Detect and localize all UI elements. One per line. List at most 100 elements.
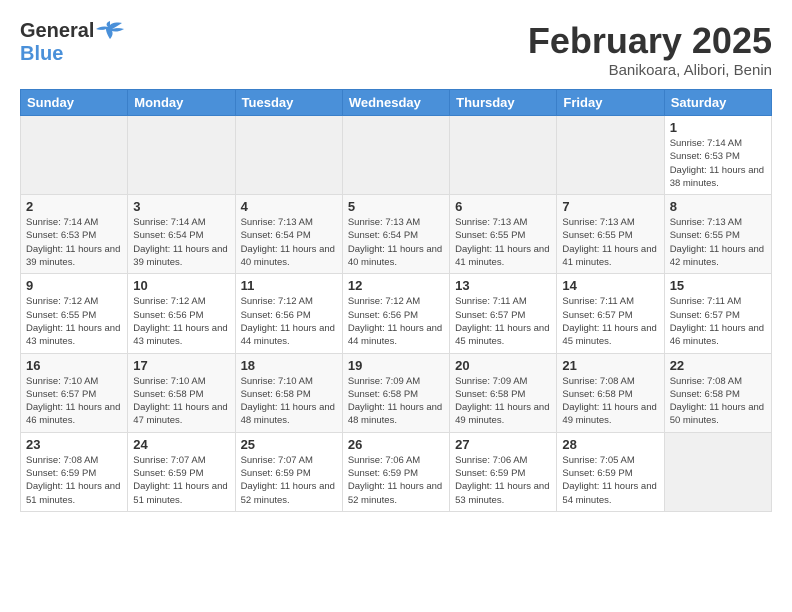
calendar-cell: 20 Sunrise: 7:09 AM Sunset: 6:58 PM Dayli…	[450, 353, 557, 432]
logo: General Blue	[20, 20, 124, 65]
weekday-header-tuesday: Tuesday	[235, 90, 342, 116]
day-number: 27	[455, 437, 551, 452]
calendar-cell: 4Sunrise: 7:13 AM Sunset: 6:54 PM Daylig…	[235, 195, 342, 274]
calendar-cell	[450, 116, 557, 195]
day-number: 18	[241, 358, 337, 373]
calendar-week-5: 23Sunrise: 7:08 AM Sunset: 6:59 PM Dayli…	[21, 432, 772, 511]
calendar-cell: 6 Sunrise: 7:13 AM Sunset: 6:55 PM Daylig…	[450, 195, 557, 274]
calendar-cell: 8 Sunrise: 7:13 AM Sunset: 6:55 PM Daylig…	[664, 195, 771, 274]
day-number: 3	[133, 199, 229, 214]
day-info: Sunrise: 7:10 AM Sunset: 6:58 PM Dayligh…	[133, 375, 229, 428]
day-number: 2	[26, 199, 122, 214]
location-subtitle: Banikoara, Alibori, Benin	[528, 62, 772, 79]
calendar-table: SundayMondayTuesdayWednesdayThursdayFrid…	[20, 89, 772, 512]
day-info: Sunrise: 7:07 AM Sunset: 6:59 PM Dayligh…	[133, 454, 229, 507]
calendar-cell: 26 Sunrise: 7:06 AM Sunset: 6:59 PM Dayli…	[342, 432, 449, 511]
logo-general: General	[20, 20, 94, 42]
calendar-cell	[557, 116, 664, 195]
calendar-cell: 23Sunrise: 7:08 AM Sunset: 6:59 PM Dayli…	[21, 432, 128, 511]
day-number: 21	[562, 358, 658, 373]
day-info: Sunrise: 7:08 AM Sunset: 6:58 PM Dayligh…	[670, 375, 766, 428]
day-number: 28	[562, 437, 658, 452]
calendar-cell	[342, 116, 449, 195]
title-block: February 2025 Banikoara, Alibori, Benin	[528, 20, 772, 79]
day-info: Sunrise: 7:11 AM Sunset: 6:57 PM Dayligh…	[455, 295, 551, 348]
day-info: Sunrise: 7:14 AM Sunset: 6:53 PM Dayligh…	[26, 216, 122, 269]
day-info: Sunrise: 7:11 AM Sunset: 6:57 PM Dayligh…	[670, 295, 766, 348]
day-info: Sunrise: 7:13 AM Sunset: 6:55 PM Dayligh…	[562, 216, 658, 269]
calendar-week-2: 2 Sunrise: 7:14 AM Sunset: 6:53 PM Daylig…	[21, 195, 772, 274]
calendar-cell: 1 Sunrise: 7:14 AM Sunset: 6:53 PM Daylig…	[664, 116, 771, 195]
weekday-header-sunday: Sunday	[21, 90, 128, 116]
calendar-cell: 15 Sunrise: 7:11 AM Sunset: 6:57 PM Dayli…	[664, 274, 771, 353]
day-info: Sunrise: 7:06 AM Sunset: 6:59 PM Dayligh…	[455, 454, 551, 507]
weekday-header-thursday: Thursday	[450, 90, 557, 116]
calendar-week-3: 9 Sunrise: 7:12 AM Sunset: 6:55 PM Daylig…	[21, 274, 772, 353]
day-number: 5	[348, 199, 444, 214]
day-info: Sunrise: 7:10 AM Sunset: 6:57 PM Dayligh…	[26, 375, 122, 428]
logo-bird-icon	[96, 21, 124, 39]
day-info: Sunrise: 7:11 AM Sunset: 6:57 PM Dayligh…	[562, 295, 658, 348]
day-number: 24	[133, 437, 229, 452]
day-info: Sunrise: 7:14 AM Sunset: 6:54 PM Dayligh…	[133, 216, 229, 269]
day-info: Sunrise: 7:14 AM Sunset: 6:53 PM Dayligh…	[670, 137, 766, 190]
day-number: 20	[455, 358, 551, 373]
calendar-cell: 5 Sunrise: 7:13 AM Sunset: 6:54 PM Daylig…	[342, 195, 449, 274]
calendar-cell: 2 Sunrise: 7:14 AM Sunset: 6:53 PM Daylig…	[21, 195, 128, 274]
calendar-cell: 24 Sunrise: 7:07 AM Sunset: 6:59 PM Dayli…	[128, 432, 235, 511]
day-info: Sunrise: 7:12 AM Sunset: 6:56 PM Dayligh…	[348, 295, 444, 348]
logo-blue: Blue	[20, 43, 124, 65]
day-number: 6	[455, 199, 551, 214]
calendar-week-1: 1 Sunrise: 7:14 AM Sunset: 6:53 PM Daylig…	[21, 116, 772, 195]
day-number: 11	[241, 278, 337, 293]
calendar-cell: 25 Sunrise: 7:07 AM Sunset: 6:59 PM Dayli…	[235, 432, 342, 511]
day-info: Sunrise: 7:13 AM Sunset: 6:54 PM Dayligh…	[348, 216, 444, 269]
day-number: 1	[670, 120, 766, 135]
day-number: 23	[26, 437, 122, 452]
day-number: 26	[348, 437, 444, 452]
calendar-cell: 18 Sunrise: 7:10 AM Sunset: 6:58 PM Dayli…	[235, 353, 342, 432]
calendar-cell: 21 Sunrise: 7:08 AM Sunset: 6:58 PM Dayli…	[557, 353, 664, 432]
weekday-header-saturday: Saturday	[664, 90, 771, 116]
calendar-cell: 17 Sunrise: 7:10 AM Sunset: 6:58 PM Dayli…	[128, 353, 235, 432]
calendar-cell: 28 Sunrise: 7:05 AM Sunset: 6:59 PM Dayli…	[557, 432, 664, 511]
weekday-header-row: SundayMondayTuesdayWednesdayThursdayFrid…	[21, 90, 772, 116]
day-info: Sunrise: 7:06 AM Sunset: 6:59 PM Dayligh…	[348, 454, 444, 507]
calendar-cell: 9 Sunrise: 7:12 AM Sunset: 6:55 PM Daylig…	[21, 274, 128, 353]
day-info: Sunrise: 7:12 AM Sunset: 6:55 PM Dayligh…	[26, 295, 122, 348]
calendar-cell: 13 Sunrise: 7:11 AM Sunset: 6:57 PM Dayli…	[450, 274, 557, 353]
day-info: Sunrise: 7:07 AM Sunset: 6:59 PM Dayligh…	[241, 454, 337, 507]
day-number: 7	[562, 199, 658, 214]
day-number: 10	[133, 278, 229, 293]
day-info: Sunrise: 7:05 AM Sunset: 6:59 PM Dayligh…	[562, 454, 658, 507]
calendar-cell: 19Sunrise: 7:09 AM Sunset: 6:58 PM Dayli…	[342, 353, 449, 432]
calendar-cell: 11 Sunrise: 7:12 AM Sunset: 6:56 PM Dayli…	[235, 274, 342, 353]
calendar-cell	[664, 432, 771, 511]
day-info: Sunrise: 7:13 AM Sunset: 6:55 PM Dayligh…	[670, 216, 766, 269]
day-info: Sunrise: 7:13 AM Sunset: 6:55 PM Dayligh…	[455, 216, 551, 269]
month-year-title: February 2025	[528, 20, 772, 62]
day-info: Sunrise: 7:10 AM Sunset: 6:58 PM Dayligh…	[241, 375, 337, 428]
day-info: Sunrise: 7:12 AM Sunset: 6:56 PM Dayligh…	[241, 295, 337, 348]
calendar-cell: 14 Sunrise: 7:11 AM Sunset: 6:57 PM Dayli…	[557, 274, 664, 353]
day-info: Sunrise: 7:12 AM Sunset: 6:56 PM Dayligh…	[133, 295, 229, 348]
page-header: General Blue February 2025 Banikoara, Al…	[20, 20, 772, 79]
day-info: Sunrise: 7:13 AM Sunset: 6:54 PM Dayligh…	[241, 216, 337, 269]
calendar-cell: 12Sunrise: 7:12 AM Sunset: 6:56 PM Dayli…	[342, 274, 449, 353]
day-number: 9	[26, 278, 122, 293]
day-info: Sunrise: 7:09 AM Sunset: 6:58 PM Dayligh…	[455, 375, 551, 428]
day-number: 16	[26, 358, 122, 373]
day-number: 15	[670, 278, 766, 293]
calendar-cell: 10 Sunrise: 7:12 AM Sunset: 6:56 PM Dayli…	[128, 274, 235, 353]
weekday-header-wednesday: Wednesday	[342, 90, 449, 116]
day-number: 13	[455, 278, 551, 293]
day-number: 14	[562, 278, 658, 293]
calendar-cell	[21, 116, 128, 195]
day-number: 25	[241, 437, 337, 452]
day-info: Sunrise: 7:08 AM Sunset: 6:58 PM Dayligh…	[562, 375, 658, 428]
day-number: 8	[670, 199, 766, 214]
day-number: 17	[133, 358, 229, 373]
calendar-cell: 27 Sunrise: 7:06 AM Sunset: 6:59 PM Dayli…	[450, 432, 557, 511]
weekday-header-friday: Friday	[557, 90, 664, 116]
weekday-header-monday: Monday	[128, 90, 235, 116]
